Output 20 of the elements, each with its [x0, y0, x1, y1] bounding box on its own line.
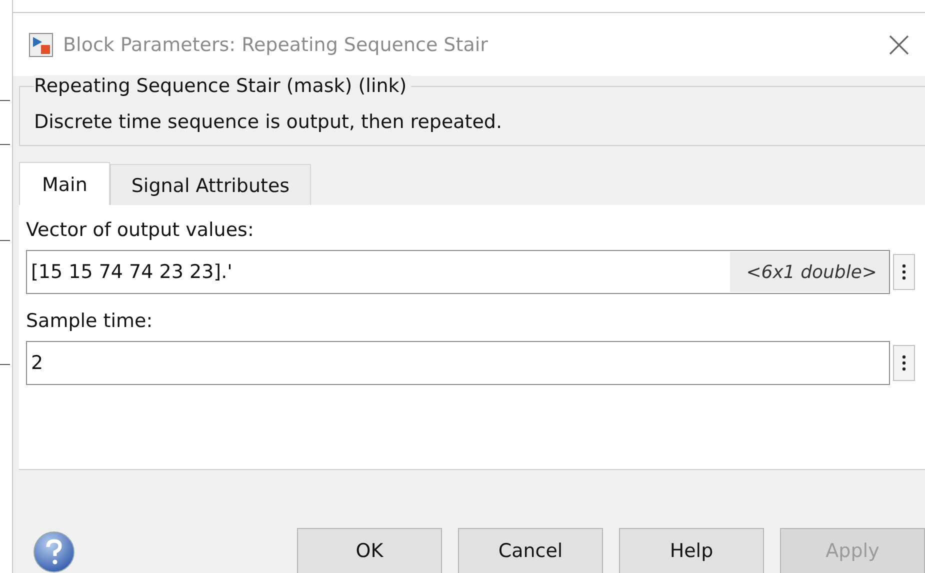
dialog-button[interactable]: OK [297, 528, 442, 573]
input-field[interactable]: 2 [26, 341, 890, 385]
value-type-hint: <6x1 double> [730, 252, 889, 292]
dialog-button[interactable]: Help [619, 528, 764, 573]
tab[interactable]: Signal Attributes [110, 164, 311, 205]
more-options-button[interactable] [893, 254, 915, 290]
close-button[interactable] [887, 32, 911, 56]
field-label: Sample time: [26, 310, 154, 332]
block-icon [29, 32, 53, 56]
field-label: Vector of output values: [26, 219, 255, 241]
window-title: Block Parameters: Repeating Sequence Stair [63, 34, 489, 56]
block-description: Discrete time sequence is output, then repeated. [34, 111, 504, 133]
group-title: Repeating Sequence Stair (mask) (link) [34, 75, 411, 97]
help-icon[interactable] [33, 531, 75, 573]
more-icon [902, 264, 906, 280]
input-field[interactable]: [15 15 74 74 23 23].' <6x1 double> [26, 250, 890, 294]
more-icon [902, 355, 906, 371]
more-options-button[interactable] [893, 345, 915, 381]
dialog-button[interactable]: Cancel [458, 528, 603, 573]
tab[interactable]: Main [19, 162, 110, 205]
